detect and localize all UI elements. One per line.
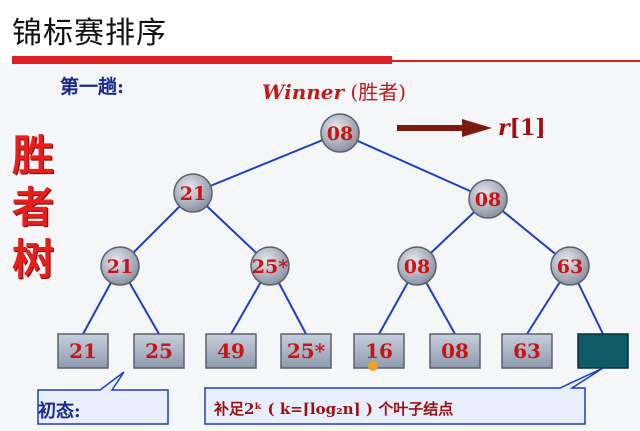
leaf-4: 25* [280, 333, 332, 369]
tree-edges [82, 132, 604, 335]
leaf-2: 25 [133, 333, 185, 369]
edge-root-l1a [192, 132, 341, 194]
leaf-7: 63 [501, 333, 553, 369]
fill-note: 补足2ᵏ ( k=⌈log₂n⌉ ) 个叶子结点 [214, 400, 454, 418]
node-l2-4: 63 [550, 246, 590, 286]
node-l1-right: 08 [468, 179, 508, 219]
node-l2-1: 21 [100, 246, 140, 286]
initial-note: 初态: [38, 401, 81, 422]
node-l2-1-label: 21 [107, 256, 133, 278]
node-l2-2: 25* [250, 246, 290, 286]
leaf-3-label: 49 [217, 339, 245, 363]
node-l1-left-label: 21 [180, 183, 206, 205]
leaf-5: 16 [353, 333, 405, 369]
leaf-4-label: 25* [287, 339, 326, 363]
result-arrow [397, 119, 492, 137]
leaf-2-label: 25 [145, 339, 173, 363]
node-l2-3-label: 08 [404, 256, 430, 278]
node-root: 08 [320, 113, 360, 153]
leaf-7-label: 63 [513, 339, 541, 363]
leaf-3: 49 [205, 333, 257, 369]
leaf-1-label: 21 [69, 339, 97, 363]
edge-root-l1b [339, 132, 489, 200]
cursor-dot-icon [368, 361, 378, 371]
leaf-6: 08 [429, 333, 481, 369]
node-l2-3: 08 [397, 246, 437, 286]
leaf-6-label: 08 [441, 339, 469, 363]
tree-diagram: 08 21 08 21 25* 08 63 21 25 49 25* 16 08… [37, 113, 629, 425]
leaf-1: 21 [57, 333, 109, 369]
leaf-5-label: 16 [365, 339, 393, 363]
node-root-label: 08 [327, 123, 353, 145]
node-l2-4-label: 63 [557, 256, 583, 278]
node-l1-left: 21 [173, 173, 213, 213]
node-l2-2-label: 25* [252, 256, 288, 278]
node-l1-right-label: 08 [475, 189, 501, 211]
leaf-8-empty [577, 333, 629, 369]
